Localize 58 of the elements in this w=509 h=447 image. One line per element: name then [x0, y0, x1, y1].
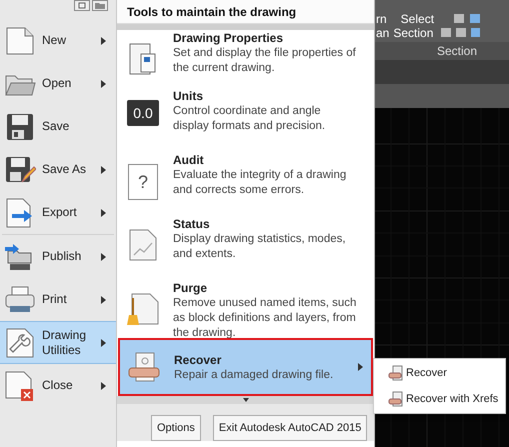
- menu-item[interactable]: Print: [0, 278, 116, 321]
- footer-button[interactable]: Exit Autodesk AutoCAD 2015: [212, 415, 368, 441]
- submenu-arrow-icon: [101, 382, 106, 390]
- tool-item[interactable]: 0.0 Units Control coordinate and angle display formats and precision.: [117, 80, 374, 144]
- panel-header: Tools to maintain the drawing: [117, 0, 374, 24]
- tool-title: Status: [173, 216, 211, 232]
- tool-item[interactable]: Drawing Properties Set and display the file properties of the current drawing.: [117, 30, 374, 80]
- ribbon-label[interactable]: Section: [393, 26, 434, 40]
- tool-title: Units: [173, 88, 204, 104]
- submenu-arrow-icon: [358, 363, 363, 371]
- damaged-drawing-icon: [128, 350, 160, 384]
- menu-item[interactable]: Save: [0, 105, 116, 148]
- folder-icon[interactable]: [92, 0, 108, 11]
- tool-title: Drawing Properties: [173, 30, 284, 46]
- down-arrow-icon: [242, 398, 248, 402]
- ribbon-group-label: Section: [375, 42, 509, 60]
- submenu-arrow-icon: [101, 338, 106, 346]
- ribbon-label[interactable]: Select: [400, 12, 434, 26]
- tool-description: Repair a damaged drawing file.: [174, 368, 334, 382]
- submenu-arrow-icon: [101, 296, 106, 304]
- tool-description: Display drawing statistics, modes, and extents.: [173, 232, 347, 262]
- recover-icon: [388, 391, 404, 407]
- submenu-arrow-icon: [101, 80, 106, 88]
- ribbon-tool-icon[interactable]: [454, 12, 482, 24]
- menu-item[interactable]: Open: [0, 62, 116, 105]
- submenu-item[interactable]: Recover with Xrefs: [374, 389, 505, 409]
- tool-description: Evaluate the integrity of a drawing and corrects some errors.: [173, 168, 348, 198]
- page-close-icon: [4, 370, 36, 402]
- tool-description: Control coordinate and angle display formats and precision.: [173, 104, 326, 134]
- menu-item[interactable]: Drawing Utilities: [0, 321, 116, 364]
- submenu-arrow-icon: [101, 36, 106, 44]
- page-broom-icon: [127, 292, 159, 326]
- tool-title: Recover: [174, 352, 222, 368]
- units-icon: 0.0: [127, 100, 159, 126]
- tool-item[interactable]: Status Display drawing statistics, modes, and extents.: [117, 208, 374, 272]
- ribbon-label[interactable]: an: [376, 26, 390, 40]
- submenu-arrow-icon: [101, 166, 106, 174]
- menu-item[interactable]: Export: [0, 191, 116, 234]
- tool-title: Purge: [173, 280, 208, 296]
- menu-item[interactable]: Close: [0, 364, 116, 407]
- ribbon-label[interactable]: rn: [376, 12, 387, 26]
- footer-button[interactable]: Options: [151, 415, 201, 441]
- tool-description: Set and display the file properties of the current drawing.: [173, 46, 357, 76]
- menu-item[interactable]: New: [0, 19, 116, 62]
- blank-page-icon: [4, 24, 36, 56]
- menu-item[interactable]: Publish: [0, 235, 116, 278]
- question-page-icon: ?: [128, 164, 158, 200]
- page-chart-icon: [127, 228, 159, 262]
- page-wrench-icon: [4, 326, 36, 358]
- recover-icon: [388, 365, 404, 381]
- tool-item[interactable]: ? Audit Evaluate the integrity of a drawing and corrects some errors.: [117, 144, 374, 208]
- submenu-arrow-icon: [101, 252, 106, 260]
- submenu-item[interactable]: Recover: [374, 363, 505, 383]
- tool-item[interactable]: Recover Repair a damaged drawing file.: [118, 338, 373, 396]
- submenu-arrow-icon: [101, 208, 106, 216]
- tool-title: Audit: [173, 152, 205, 168]
- menu-item[interactable]: Save As: [0, 148, 116, 191]
- ribbon-tool-icon[interactable]: [441, 26, 482, 38]
